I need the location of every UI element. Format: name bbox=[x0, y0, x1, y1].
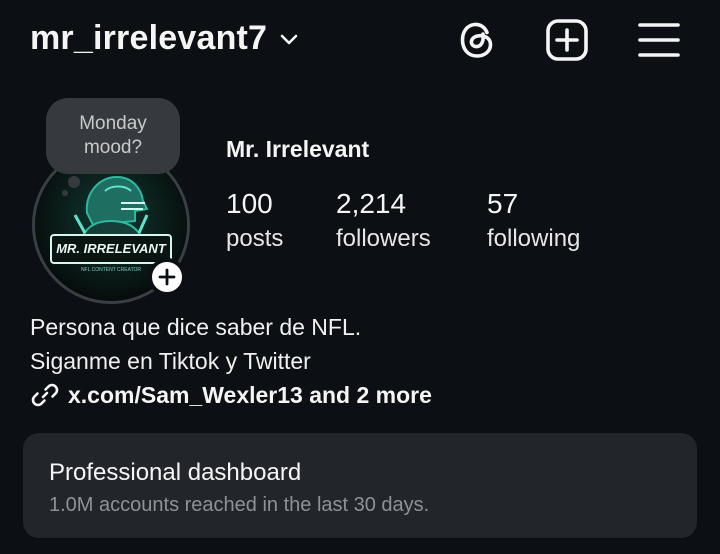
add-story-button[interactable] bbox=[148, 258, 186, 296]
menu-icon[interactable] bbox=[636, 17, 682, 63]
avatar-logo-subtext: NFL CONTENT CREATOR bbox=[81, 267, 141, 273]
note-line-1: Monday bbox=[79, 113, 147, 134]
stat-following-label: following bbox=[487, 225, 581, 252]
note-line-2: mood? bbox=[83, 137, 143, 158]
stat-posts-label: posts bbox=[226, 225, 284, 252]
note-bubble-tail-small bbox=[62, 190, 68, 196]
stat-followers-label: followers bbox=[336, 225, 431, 252]
stat-posts[interactable]: 100 posts bbox=[226, 186, 283, 256]
threads-icon[interactable] bbox=[454, 17, 500, 63]
profile-links[interactable]: x.com/Sam_Wexler13 and 2 more bbox=[30, 378, 432, 412]
avatar-logo-text: MR. IRRELEVANT bbox=[56, 241, 167, 256]
new-post-icon[interactable] bbox=[544, 17, 590, 63]
bio-line-2: Siganme en Tiktok y Twitter bbox=[30, 348, 311, 374]
username: mr_irrelevant7 bbox=[30, 18, 268, 57]
bio-line-1: Persona que dice saber de NFL. bbox=[30, 314, 362, 340]
dashboard-title: Professional dashboard bbox=[49, 459, 302, 486]
stat-followers-value: 2,214 bbox=[336, 188, 407, 219]
bio: Persona que dice saber de NFL. Siganme e… bbox=[30, 310, 361, 378]
stat-followers[interactable]: 2,214 followers bbox=[336, 186, 431, 256]
top-bar: mr_irrelevant7 bbox=[0, 0, 720, 80]
plus-icon bbox=[158, 268, 176, 286]
account-switcher[interactable]: mr_irrelevant7 bbox=[30, 16, 299, 60]
stat-posts-value: 100 bbox=[226, 188, 273, 219]
professional-dashboard-card[interactable]: Professional dashboard 1.0M accounts rea… bbox=[23, 433, 697, 538]
stat-following-value: 57 bbox=[487, 188, 519, 219]
chevron-down-icon bbox=[280, 34, 298, 45]
link-icon bbox=[31, 383, 59, 407]
dashboard-subtitle: 1.0M accounts reached in the last 30 day… bbox=[49, 494, 430, 516]
stat-following[interactable]: 57 following bbox=[487, 186, 580, 256]
display-name: Mr. Irrelevant bbox=[226, 136, 370, 162]
profile-link-text: x.com/Sam_Wexler13 and 2 more bbox=[68, 381, 432, 408]
note-bubble[interactable]: Monday mood? bbox=[46, 98, 180, 174]
note-bubble-tail bbox=[68, 176, 80, 188]
